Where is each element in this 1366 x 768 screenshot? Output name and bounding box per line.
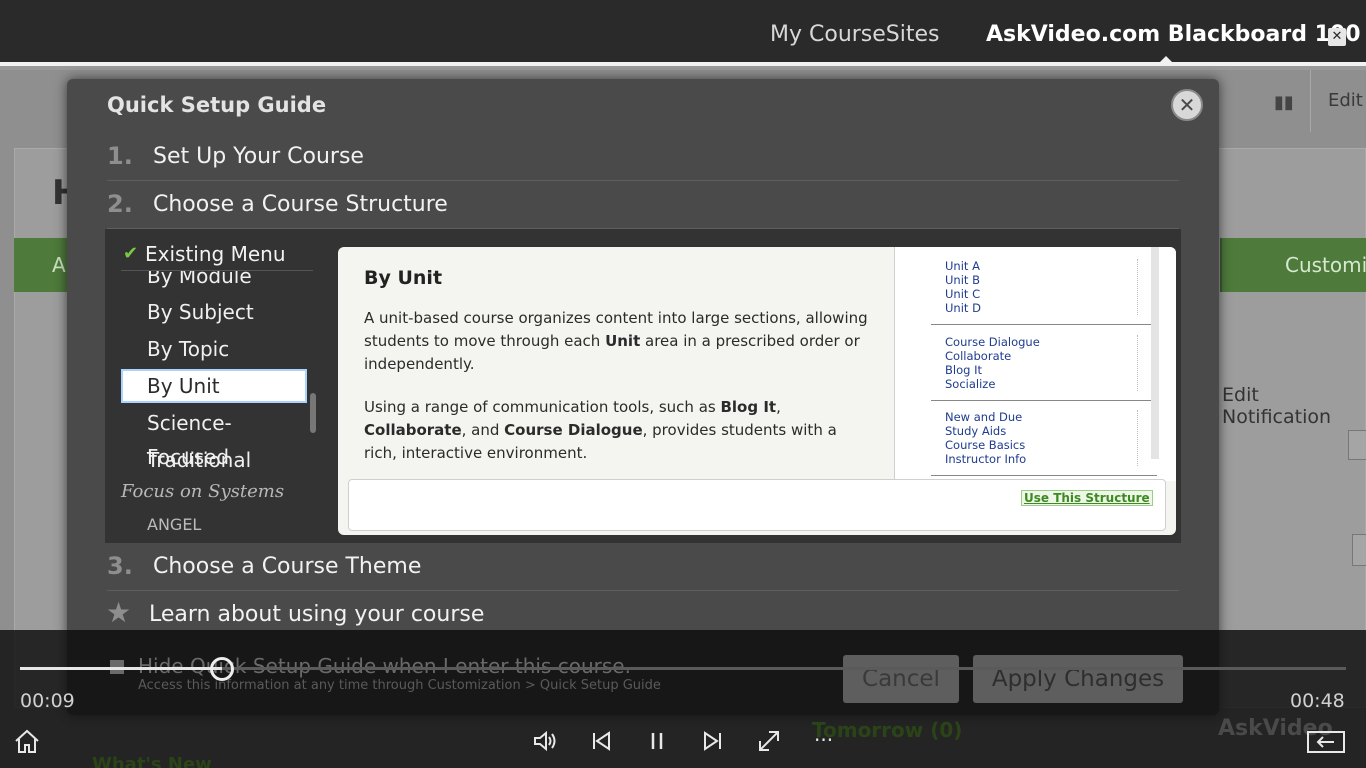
step-set-up-course[interactable]: 1. Set Up Your Course — [107, 133, 1179, 181]
step-label: Choose a Course Structure — [153, 192, 448, 217]
edit-mode-toggle[interactable]: Edit — [1310, 70, 1366, 132]
preview-description: A unit-based course organizes content in… — [364, 309, 868, 373]
structure-preview: By Unit A unit-based course organizes co… — [338, 247, 1176, 535]
active-caret — [1156, 56, 1176, 66]
menu-preview-group: Course Dialogue Collaborate Blog It Sociali… — [945, 335, 1040, 391]
menu-preview-group: New and Due Study Aids Course Basics Instru… — [945, 410, 1027, 466]
green-tab-left[interactable]: A — [14, 238, 74, 292]
structure-item-by-topic[interactable]: By Topic — [121, 332, 307, 366]
more-options-icon[interactable]: ... — [814, 724, 844, 756]
preview-title: By Unit — [364, 267, 443, 289]
structure-list[interactable]: By Module ✔ Existing Menu By Subject By … — [105, 229, 321, 543]
existing-menu-header[interactable]: ✔ Existing Menu — [121, 237, 313, 271]
video-player-controls: Hide Quick Setup Guide when I enter this… — [0, 630, 1366, 768]
whats-new-heading: What's New — [92, 754, 212, 768]
course-title-link[interactable]: AskVideo.com Blackboard 100 — [986, 22, 1361, 47]
menu-preview-ticks — [1137, 410, 1141, 466]
menu-divider — [931, 324, 1157, 325]
total-time: 00:48 — [1290, 690, 1345, 712]
section-heading: Focus on Systems — [121, 481, 285, 502]
dialog-title: Quick Setup Guide — [107, 93, 327, 117]
step-number: 3. — [107, 552, 133, 580]
hide-guide-hint: Access this information at any time thro… — [138, 678, 661, 693]
customize-tab[interactable]: Customi — [1220, 238, 1366, 292]
structure-panel: By Module ✔ Existing Menu By Subject By … — [105, 229, 1181, 543]
structure-item-by-subject[interactable]: By Subject — [121, 295, 307, 329]
progress-fill — [20, 667, 222, 670]
pause-icon[interactable] — [642, 726, 672, 756]
my-coursesites-link[interactable]: My CourseSites — [770, 22, 940, 47]
step-number: 1. — [107, 142, 133, 170]
menu-preview: Unit A Unit B Unit C Unit D Course Dialogue… — [894, 247, 1176, 481]
step-course-theme[interactable]: 3. Choose a Course Theme — [107, 543, 1179, 591]
top-bar: My CourseSites AskVideo.com Blackboard 1… — [0, 0, 1366, 66]
step-label: Choose a Course Theme — [153, 554, 422, 579]
green-tab-left-label: A — [52, 253, 66, 277]
menu-preview-group: Unit A Unit B Unit C Unit D — [945, 259, 981, 315]
progress-handle[interactable] — [209, 657, 234, 681]
close-icon[interactable]: ✕ — [1171, 89, 1203, 121]
structure-item-science-focused[interactable]: Science-Focused — [121, 406, 307, 469]
books-icon: ▮▮ — [1274, 92, 1294, 113]
fullscreen-icon[interactable] — [754, 726, 784, 756]
next-icon[interactable] — [698, 726, 728, 756]
background-box — [1352, 534, 1366, 566]
step-number: 2. — [107, 190, 133, 218]
list-scrollbar[interactable] — [310, 393, 316, 433]
structure-item-by-unit[interactable]: By Unit — [121, 369, 307, 403]
edit-notification-link[interactable]: Edit Notification — [1222, 384, 1366, 428]
previous-icon[interactable] — [586, 726, 616, 756]
step-label: Learn about using your course — [149, 602, 485, 627]
home-icon[interactable] — [12, 726, 42, 756]
structure-item-traditional[interactable]: Traditional — [121, 443, 307, 477]
background-box — [1348, 430, 1366, 460]
cancel-button[interactable]: Cancel — [843, 655, 959, 703]
current-time: 00:09 — [20, 690, 75, 712]
preview-scrollbar[interactable] — [1151, 247, 1159, 459]
existing-menu-label: Existing Menu — [145, 242, 286, 266]
preview-description-2: Using a range of communication tools, su… — [364, 398, 837, 462]
quick-setup-guide-dialog: Quick Setup Guide ✕ 1. Set Up Your Cours… — [67, 79, 1219, 715]
step-label: Set Up Your Course — [153, 144, 364, 169]
menu-preview-ticks — [1137, 335, 1141, 391]
star-icon: ★ — [106, 596, 132, 629]
menu-divider — [931, 400, 1157, 401]
preview-footer: Use This Structure — [348, 479, 1166, 531]
apply-changes-button[interactable]: Apply Changes — [973, 655, 1183, 703]
menu-divider — [931, 475, 1157, 476]
structure-item-partial[interactable]: ANGEL — [147, 515, 201, 534]
menu-preview-ticks — [1137, 259, 1141, 315]
step-course-structure[interactable]: 2. Choose a Course Structure — [107, 181, 1179, 229]
exit-icon[interactable] — [1306, 726, 1346, 756]
checkmark-icon: ✔ — [123, 243, 139, 264]
customize-tab-label: Customi — [1285, 253, 1366, 277]
use-this-structure-button[interactable]: Use This Structure — [1021, 490, 1153, 506]
edit-label: Edit — [1328, 90, 1363, 111]
volume-icon[interactable] — [530, 726, 560, 756]
progress-bar[interactable] — [20, 657, 1346, 681]
close-course-icon[interactable]: ✕ — [1328, 28, 1346, 46]
